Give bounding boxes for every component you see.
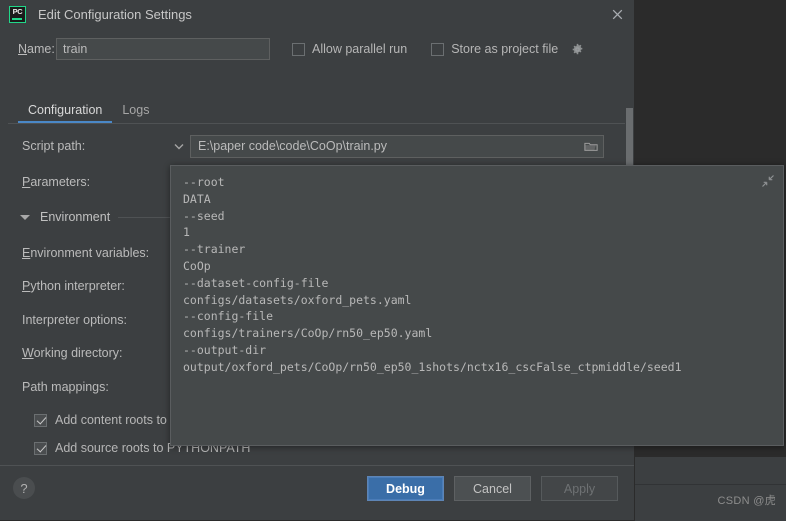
path-mappings-label: Path mappings: <box>22 380 109 394</box>
name-row: Name: Allow parallel run Store as projec… <box>0 34 634 64</box>
cancel-button[interactable]: Cancel <box>454 476 531 501</box>
tab-configuration[interactable]: Configuration <box>18 103 113 123</box>
name-label: Name: <box>18 42 55 56</box>
dialog-tabs: Configuration Logs <box>0 96 634 123</box>
dialog-footer: ? Debug Cancel Apply <box>0 465 634 520</box>
top-checkbox-group: Allow parallel run Store as project file <box>292 42 584 56</box>
working-directory-row: Working directory: <box>8 341 168 365</box>
gear-icon[interactable] <box>571 43 584 56</box>
chevron-down-icon[interactable] <box>168 143 190 150</box>
help-button[interactable]: ? <box>13 477 35 499</box>
parameters-popup-editor[interactable]: --root DATA --seed 1 --trainer CoOp --da… <box>170 165 784 446</box>
working-directory-label: Working directory: <box>22 346 123 360</box>
script-path-field-wrap <box>190 134 604 158</box>
close-icon[interactable] <box>606 3 628 25</box>
dialog-button-group: Debug Cancel Apply <box>367 476 618 501</box>
triangle-down-icon[interactable] <box>20 214 30 220</box>
parameters-row: Parameters: <box>8 170 168 194</box>
script-path-label: Script path: <box>22 139 86 153</box>
add-source-roots-box[interactable] <box>34 441 47 455</box>
script-path-input[interactable] <box>190 134 604 158</box>
pycharm-icon-label: PC <box>12 6 23 16</box>
parameters-label: Parameters: <box>22 175 91 189</box>
environment-section-title: Environment <box>40 210 111 224</box>
add-content-roots-box[interactable] <box>34 413 47 427</box>
pycharm-icon-bar <box>12 17 22 20</box>
dialog-titlebar: PC Edit Configuration Settings <box>0 0 634 28</box>
apply-button[interactable]: Apply <box>541 476 618 501</box>
path-mappings-row: Path mappings: <box>8 375 168 399</box>
ide-tool-strip-upper <box>634 456 786 485</box>
allow-parallel-run-box[interactable] <box>292 42 305 56</box>
interpreter-options-label: Interpreter options: <box>22 313 127 327</box>
dialog-title: Edit Configuration Settings <box>38 6 192 22</box>
store-as-project-file-box[interactable] <box>431 42 445 56</box>
interpreter-options-row: Interpreter options: <box>8 308 168 332</box>
store-as-project-file-checkbox[interactable]: Store as project file <box>431 42 584 56</box>
collapse-icon[interactable] <box>761 174 775 188</box>
allow-parallel-run-checkbox[interactable]: Allow parallel run <box>292 42 407 56</box>
python-interpreter-row: Python interpreter: <box>8 274 168 298</box>
environment-variables-row: Environment variables: <box>8 241 168 265</box>
script-path-row: Script path: <box>8 134 604 158</box>
debug-button[interactable]: Debug <box>367 476 444 501</box>
name-input[interactable] <box>56 38 270 60</box>
store-as-project-file-label: Store as project file <box>451 42 559 56</box>
environment-variables-label: Environment variables: <box>22 246 150 260</box>
python-interpreter-label: Python interpreter: <box>22 279 125 293</box>
parameters-popup-text[interactable]: --root DATA --seed 1 --trainer CoOp --da… <box>183 174 757 376</box>
tab-logs[interactable]: Logs <box>112 103 159 123</box>
pycharm-icon: PC <box>9 5 26 23</box>
csdn-watermark: CSDN @虎 <box>717 495 776 507</box>
folder-icon[interactable] <box>584 140 598 152</box>
allow-parallel-run-label: Allow parallel run <box>312 42 408 56</box>
